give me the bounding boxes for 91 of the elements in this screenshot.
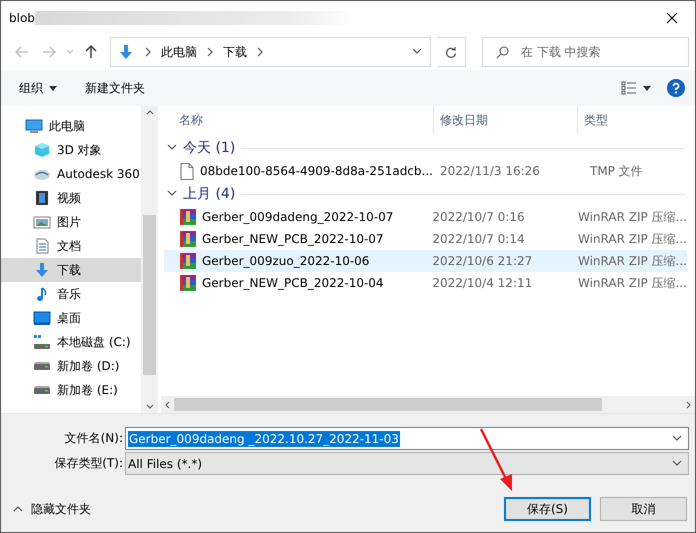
chevron-down-icon <box>167 142 177 152</box>
file-type-dropdown[interactable]: All Files (*.*) <box>125 452 689 475</box>
new-folder-button[interactable]: 新建文件夹 <box>85 78 145 98</box>
file-date: 2022/10/7 0:16 <box>432 210 525 224</box>
file-type: WinRAR ZIP 压缩... <box>578 254 687 268</box>
arrow-left-icon <box>14 46 29 58</box>
hide-folders-toggle[interactable]: 隐藏文件夹 <box>13 500 91 518</box>
search-field[interactable]: 在 下载 中搜索 <box>482 37 689 67</box>
cube-icon <box>33 142 51 158</box>
group-header[interactable]: 上月 (4) <box>183 185 236 203</box>
chevron-down-icon <box>672 458 682 468</box>
chevron-down-icon <box>167 188 177 198</box>
breadcrumb[interactable]: 此电脑 <box>160 44 197 60</box>
sidebar-item[interactable]: 视频 <box>1 186 141 210</box>
chevron-right-icon <box>142 47 153 57</box>
file-type: WinRAR ZIP 压缩... <box>578 276 687 290</box>
organize-menu[interactable]: 组织 <box>19 78 57 98</box>
chevron-right-icon <box>686 400 691 408</box>
archive-icon <box>180 253 196 269</box>
sidebar-item[interactable]: 本地磁盘 (C:) <box>1 330 141 354</box>
file-row[interactable]: Gerber_009dadeng_2022-10-07 2022/10/7 0:16 WinRAR ZIP 压缩... <box>164 206 687 228</box>
sidebar-item[interactable]: 文档 <box>1 234 141 258</box>
sidebar-item[interactable]: 音乐 <box>1 282 141 306</box>
file-date: 2022/10/6 21:27 <box>432 254 532 268</box>
file-date: 2022/10/4 12:11 <box>432 276 532 290</box>
file-name: 08bde100-8564-4909-8d8a-251adcb... <box>200 164 433 178</box>
sidebar-item[interactable]: 桌面 <box>1 306 141 330</box>
breadcrumb[interactable]: 下载 <box>222 44 247 60</box>
file-row[interactable]: Gerber_NEW_PCB_2022-10-04 2022/10/4 12:11 WinRAR ZIP 压缩... <box>164 272 687 294</box>
picture-icon <box>33 214 51 230</box>
search-icon <box>496 46 509 59</box>
pc-icon <box>25 118 43 134</box>
refresh-button[interactable] <box>437 37 466 67</box>
download-icon <box>33 262 51 278</box>
file-name: Gerber_NEW_PCB_2022-10-04 <box>202 276 384 290</box>
chevron-down-icon <box>66 49 74 55</box>
file-name: Gerber_NEW_PCB_2022-10-07 <box>202 232 384 246</box>
archive-icon <box>180 275 196 291</box>
chevron-right-icon <box>204 47 215 57</box>
chevron-down-icon <box>146 404 154 409</box>
file-name: Gerber_009dadeng_2022-10-07 <box>202 210 394 224</box>
sidebar-item[interactable]: 图片 <box>1 210 141 234</box>
chevron-down-icon <box>672 432 682 442</box>
caret-icon <box>643 86 651 90</box>
desktop-icon <box>33 310 51 326</box>
sidebar-item[interactable]: 3D 对象 <box>1 138 141 162</box>
group-header[interactable]: 今天 (1) <box>183 139 236 157</box>
refresh-icon <box>445 46 458 58</box>
file-date: 2022/11/3 16:26 <box>440 164 540 178</box>
file-type: WinRAR ZIP 压缩... <box>578 232 687 246</box>
system-disk-icon <box>33 334 51 350</box>
help-icon[interactable] <box>667 79 685 97</box>
window-title: blob <box>9 10 35 24</box>
chevron-up-icon <box>13 504 23 514</box>
chevron-left-icon <box>165 400 170 408</box>
sidebar-item[interactable]: Autodesk 360 <box>1 162 141 186</box>
caret-icon <box>49 86 57 90</box>
sidebar-item[interactable]: 下载 <box>1 258 141 282</box>
file-row[interactable]: Gerber_NEW_PCB_2022-10-07 2022/10/7 0:14 WinRAR ZIP 压缩... <box>164 228 687 250</box>
chevron-right-icon <box>254 47 265 57</box>
video-icon <box>33 190 51 206</box>
field-label: 文件名(N): <box>64 430 124 447</box>
file-type: WinRAR ZIP 压缩... <box>578 210 687 224</box>
chevron-up-icon <box>146 110 154 115</box>
close-icon <box>666 12 678 24</box>
archive-icon <box>180 209 196 225</box>
column-header[interactable]: 修改日期 <box>434 106 578 134</box>
sidebar-item[interactable]: 此电脑 <box>1 114 141 138</box>
sidebar-item[interactable]: 新加卷 (D:) <box>1 354 141 378</box>
filename-field[interactable]: Gerber_009dadeng _2022.10.27_2022-11-03 <box>125 427 689 450</box>
file-date: 2022/10/7 0:14 <box>432 232 525 246</box>
view-menu[interactable] <box>621 79 651 97</box>
arrow-up-icon <box>85 45 98 59</box>
details-view-icon <box>621 81 637 95</box>
archive-icon <box>180 231 196 247</box>
cancel-button[interactable]: 取消 <box>600 497 687 521</box>
document-icon <box>180 162 194 180</box>
address-bar[interactable]: 此电脑 下载 <box>110 37 432 67</box>
save-button[interactable]: 保存(S) <box>504 497 591 521</box>
field-label: 保存类型(T): <box>53 455 124 472</box>
chevron-down-icon <box>412 46 422 56</box>
file-type: TMP 文件 <box>590 164 643 178</box>
sidebar-item[interactable]: 新加卷 (E:) <box>1 378 141 402</box>
file-row[interactable]: 08bde100-8564-4909-8d8a-251adcb... 2022/11/3 16:26 TMP 文件 <box>164 160 687 182</box>
column-header[interactable]: 名称 <box>161 106 434 134</box>
file-row[interactable]: Gerber_009zuo_2022-10-06 2022/10/6 21:27 WinRAR ZIP 压缩... <box>164 250 687 272</box>
arrow-right-icon <box>42 46 56 58</box>
column-header[interactable]: 类型 <box>578 106 695 134</box>
vertical-scrollbar[interactable] <box>141 106 158 413</box>
horizontal-scrollbar[interactable] <box>161 396 695 413</box>
file-name: Gerber_009zuo_2022-10-06 <box>202 254 370 268</box>
